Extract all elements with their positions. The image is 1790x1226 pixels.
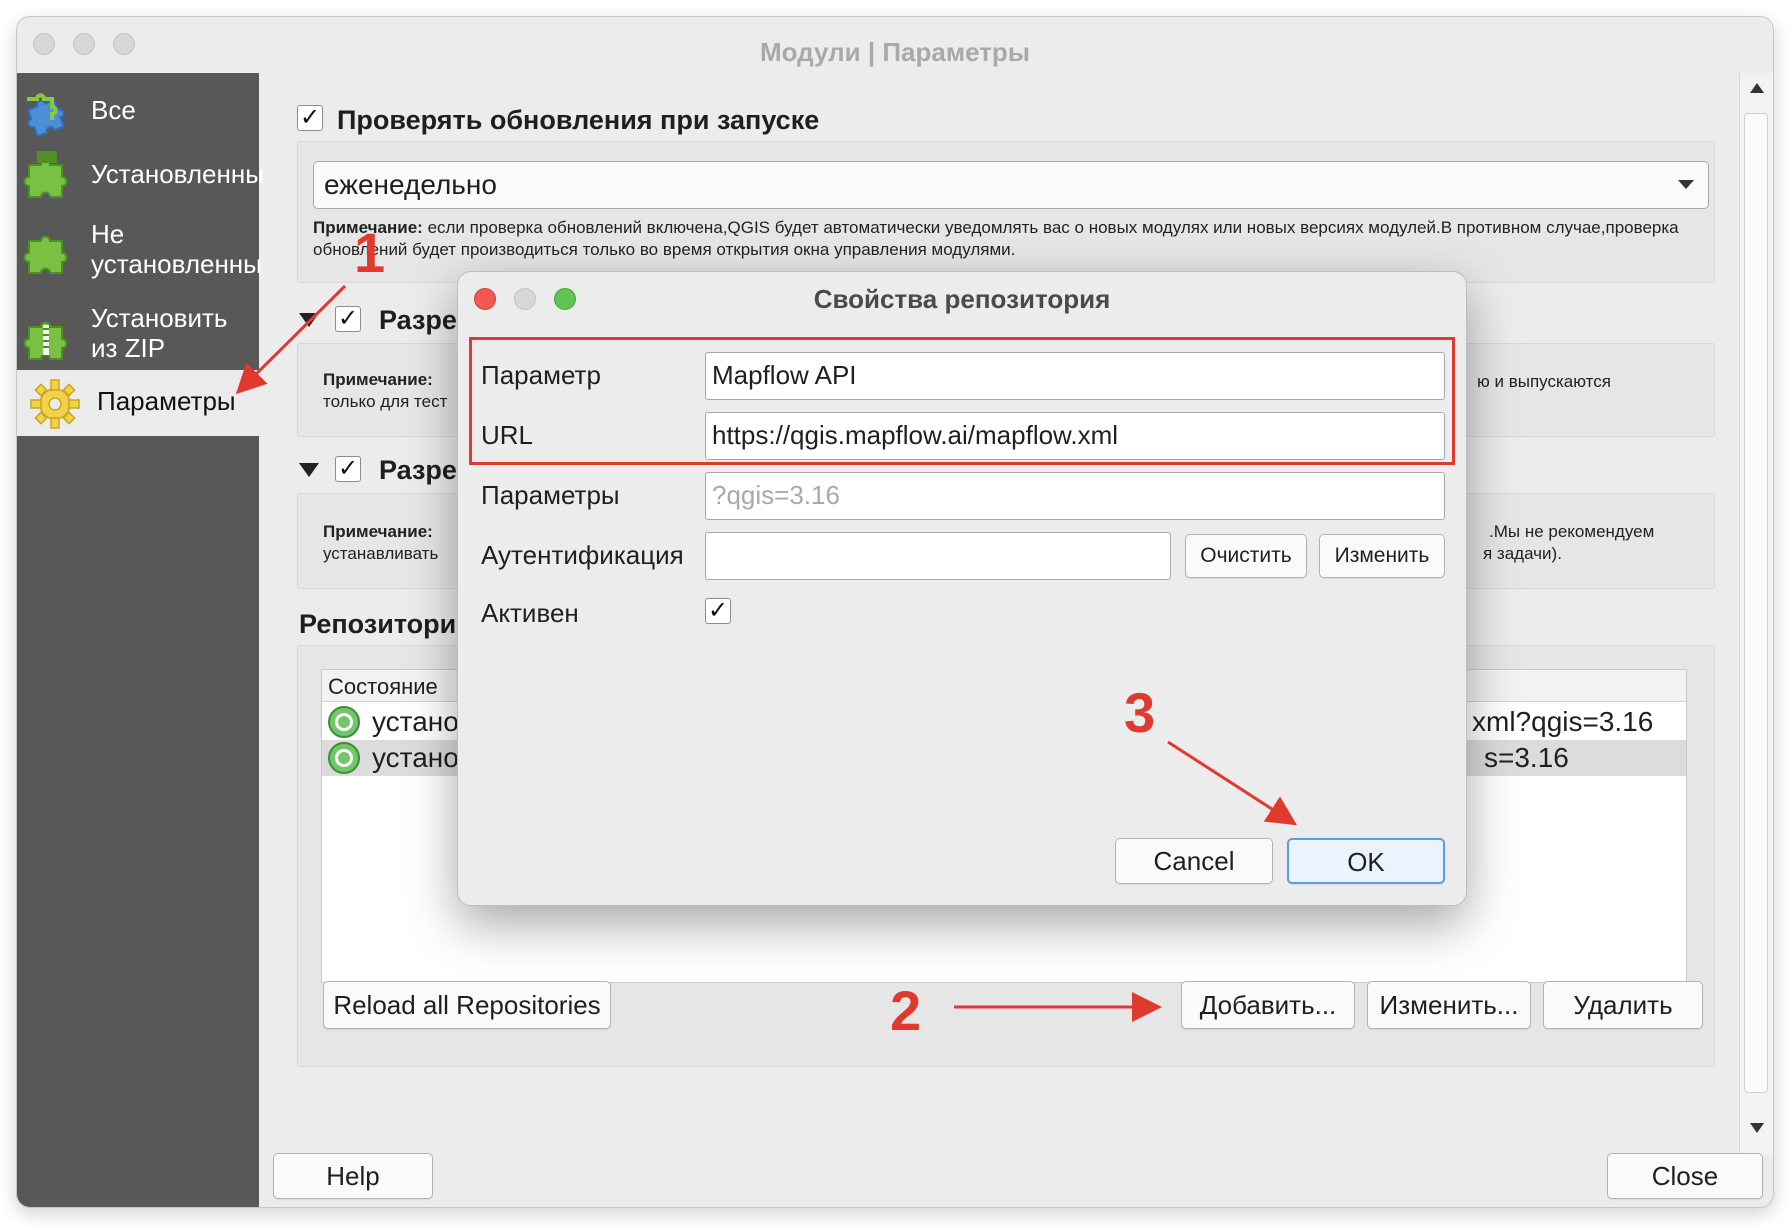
- updates-note: Примечание: если проверка обновлений вкл…: [313, 217, 1703, 261]
- section2-note: Примечание:: [323, 370, 433, 389]
- section3-note-text: устанавливать: [323, 544, 439, 563]
- chevron-down-icon: [1678, 180, 1694, 189]
- section2-note-tail: ю и выпускаются: [1477, 372, 1611, 391]
- edit-repository-button[interactable]: Изменить...: [1367, 981, 1531, 1029]
- sidebar: Все Установленны Не установленны Установ…: [17, 73, 264, 1207]
- name-input[interactable]: Mapflow API: [705, 352, 1445, 400]
- row-status: устано: [372, 706, 459, 737]
- name-label: Параметр: [481, 360, 601, 390]
- step-3-label: 3: [1124, 681, 1156, 744]
- section3-label: Разре: [379, 455, 457, 485]
- sidebar-item-label: Все: [91, 95, 136, 125]
- repository-ok-icon: [328, 706, 360, 738]
- url-input[interactable]: https://qgis.mapflow.ai/mapflow.xml: [705, 412, 1445, 460]
- sidebar-item-label: Установленны: [91, 159, 264, 189]
- section2-checkbox[interactable]: ✓: [335, 306, 361, 332]
- row-url: s=3.16: [1484, 742, 1569, 773]
- sidebar-item-not-installed[interactable]: Не установленны: [17, 213, 262, 293]
- section3-note-tail: .Мы не рекомендуем: [1489, 522, 1655, 541]
- help-button[interactable]: Help: [273, 1153, 433, 1199]
- cancel-button[interactable]: Cancel: [1115, 838, 1273, 884]
- section2-note-text: только для тест: [323, 392, 448, 411]
- step-1-label: 1: [354, 221, 386, 284]
- window-title: Модули | Параметры: [759, 37, 1031, 67]
- add-repository-button[interactable]: Добавить...: [1181, 981, 1355, 1029]
- dialog-title: Свойства репозитория: [813, 284, 1111, 314]
- section3-note-tail2: я задачи).: [1483, 544, 1562, 563]
- params-label: Параметры: [481, 480, 620, 510]
- table-header-status: Состояние: [328, 674, 438, 699]
- row-url: xml?qgis=3.16: [1472, 706, 1654, 737]
- scroll-up-icon[interactable]: [1750, 83, 1764, 93]
- check-updates-checkbox[interactable]: ✓: [297, 105, 323, 131]
- puzzle-green-icon: [23, 151, 68, 198]
- note-text: если проверка обновлений включена,QGIS б…: [313, 218, 1679, 259]
- scroll-thumb[interactable]: [1744, 113, 1768, 1093]
- delete-repository-button[interactable]: Удалить: [1543, 981, 1703, 1029]
- sidebar-item-all[interactable]: Все: [17, 81, 259, 141]
- frequency-value: еженедельно: [324, 169, 497, 200]
- section3-note: Примечание:: [323, 522, 433, 541]
- close-button[interactable]: Close: [1607, 1153, 1763, 1199]
- active-checkbox[interactable]: ✓: [705, 598, 731, 624]
- reload-repositories-button[interactable]: Reload all Repositories: [323, 981, 611, 1029]
- gear-icon: [30, 379, 80, 429]
- check-updates-label: Проверять обновления при запуске: [337, 105, 820, 135]
- auth-label: Аутентификация: [481, 540, 684, 570]
- sidebar-item-settings[interactable]: Параметры: [17, 370, 259, 436]
- repository-ok-icon: [328, 742, 360, 774]
- auth-input[interactable]: [705, 532, 1171, 580]
- row-status: устано: [372, 742, 459, 773]
- sidebar-item-install-zip[interactable]: Установить из ZIP: [17, 299, 259, 369]
- url-label: URL: [481, 420, 534, 450]
- sidebar-item-label: Установить из ZIP: [91, 303, 228, 363]
- params-input[interactable]: ?qgis=3.16: [705, 472, 1445, 520]
- sidebar-item-installed[interactable]: Установленны: [17, 145, 264, 205]
- repository-properties-dialog: Свойства репозитория Параметр Mapflow AP…: [457, 271, 1467, 906]
- scrollbar[interactable]: [1739, 73, 1773, 1155]
- ok-button[interactable]: OK: [1287, 838, 1445, 884]
- auth-change-button[interactable]: Изменить: [1319, 534, 1445, 578]
- sidebar-item-label: Параметры: [97, 386, 236, 416]
- puzzle-zip-icon: [23, 321, 68, 360]
- puzzle-green-icon: [23, 235, 68, 274]
- section2-label: Разре: [379, 305, 457, 335]
- scroll-down-icon[interactable]: [1750, 1123, 1764, 1133]
- collapse-triangle-icon[interactable]: [299, 463, 319, 477]
- repositories-heading: Репозитори: [299, 609, 457, 639]
- puzzle-blue-icon: [26, 93, 66, 137]
- auth-clear-button[interactable]: Очистить: [1185, 534, 1307, 578]
- collapse-triangle-icon[interactable]: [299, 313, 319, 327]
- step-2-label: 2: [890, 979, 922, 1042]
- section3-checkbox[interactable]: ✓: [335, 456, 361, 482]
- frequency-select[interactable]: еженедельно: [313, 161, 1709, 209]
- sidebar-item-label: Не установленны: [91, 219, 262, 279]
- active-label: Активен: [481, 598, 579, 628]
